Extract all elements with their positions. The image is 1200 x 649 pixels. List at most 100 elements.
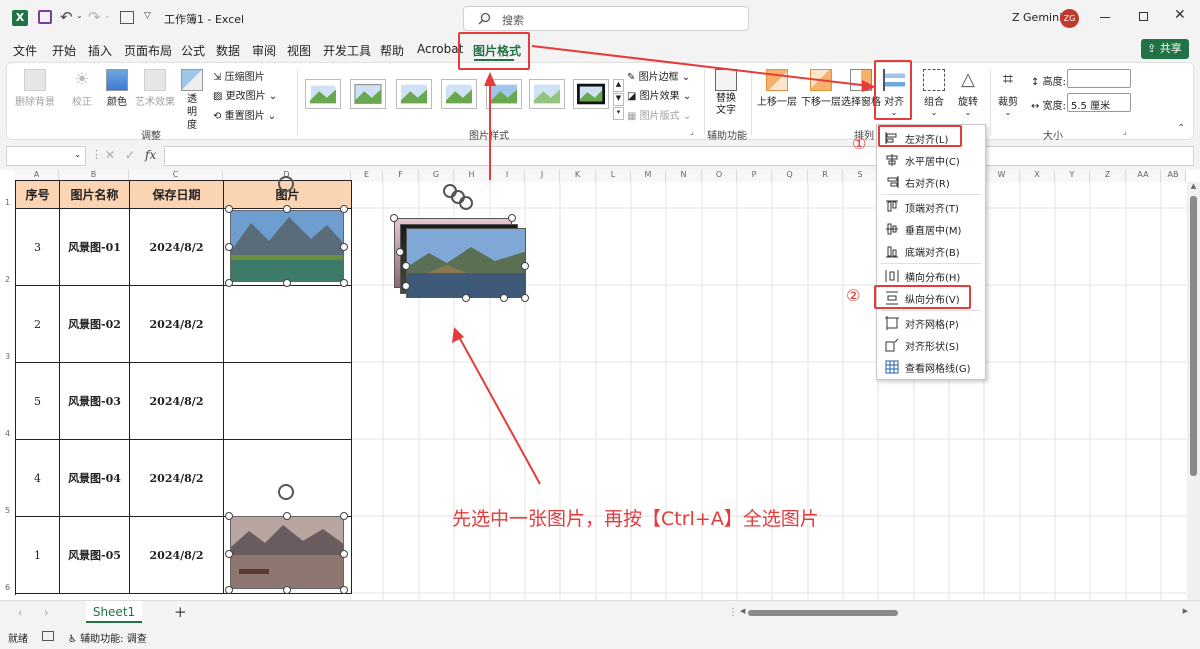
avatar[interactable]: ZG — [1060, 9, 1079, 28]
user-name[interactable]: Z Gemini — [1012, 11, 1062, 24]
table-cell[interactable]: 5 — [16, 363, 60, 440]
menu-item-snap-to-shape[interactable]: 对齐形状(S) — [877, 334, 985, 356]
redo-dropdown-icon[interactable]: ⌄ — [104, 11, 111, 20]
menu-developer[interactable]: 开发工具 — [323, 42, 371, 59]
menu-view[interactable]: 视图 — [287, 42, 311, 59]
column-header[interactable]: E — [351, 170, 383, 182]
picture-effects-button[interactable]: ◪ 图片效果 ⌄ — [627, 87, 691, 102]
row-header[interactable]: 4 — [0, 429, 15, 438]
picture-stack-front[interactable] — [406, 228, 526, 298]
table-header-cell[interactable]: 序号 — [16, 181, 60, 209]
column-header[interactable]: AB — [1161, 170, 1186, 182]
vertical-scrollbar[interactable]: ▲ — [1187, 182, 1200, 600]
resize-handle[interactable] — [390, 214, 398, 222]
table-cell[interactable]: 4 — [16, 440, 60, 517]
table-cell[interactable]: 2024/8/2 — [130, 363, 224, 440]
bring-forward-button[interactable]: 上移一层 — [755, 69, 799, 108]
table-cell[interactable]: 2024/8/2 — [130, 209, 224, 286]
column-header[interactable]: Z — [1090, 170, 1126, 182]
column-header[interactable]: L — [596, 170, 631, 182]
row-header[interactable]: 6 — [0, 583, 15, 592]
width-input[interactable]: 5.5 厘米 — [1067, 93, 1131, 112]
resize-handle[interactable] — [508, 214, 516, 222]
table-header-cell[interactable]: 保存日期 — [130, 181, 224, 209]
column-header[interactable]: N — [666, 170, 702, 182]
table-cell[interactable]: 1 — [16, 517, 60, 594]
menu-data[interactable]: 数据 — [216, 42, 240, 59]
menu-file[interactable]: 文件 — [13, 42, 37, 59]
column-header[interactable]: Y — [1055, 170, 1090, 182]
menu-acrobat[interactable]: Acrobat — [417, 42, 463, 56]
resize-handle[interactable] — [283, 586, 291, 594]
resize-handle[interactable] — [521, 262, 529, 270]
resize-handle[interactable] — [283, 279, 291, 287]
picture-landscape-01[interactable] — [230, 210, 344, 282]
transparency-button[interactable]: 透明度 — [177, 69, 207, 132]
resize-handle[interactable] — [225, 586, 233, 594]
redo-icon[interactable]: ↷ — [88, 8, 101, 26]
column-header[interactable]: R — [808, 170, 843, 182]
vertical-scroll-thumb[interactable] — [1190, 196, 1197, 476]
rotate-handle-icon[interactable] — [459, 196, 473, 210]
cancel-formula-icon[interactable]: ✕ — [105, 148, 115, 162]
scroll-up-arrow[interactable]: ▲ — [1187, 182, 1200, 190]
resize-handle[interactable] — [225, 512, 233, 520]
resize-handle[interactable] — [521, 294, 529, 302]
column-header[interactable]: W — [984, 170, 1020, 182]
table-cell[interactable]: 风景图-05 — [60, 517, 130, 594]
reset-picture-button[interactable]: ⟲ 重置图片 ⌄ — [213, 107, 276, 122]
column-header[interactable]: X — [1020, 170, 1055, 182]
menu-item-align-bottom[interactable]: 底端对齐(B) — [877, 240, 985, 262]
resize-handle[interactable] — [402, 262, 410, 270]
resize-handle[interactable] — [340, 279, 348, 287]
scroll-left-arrow[interactable]: ◀ — [740, 607, 745, 615]
sheet-next-icon[interactable]: › — [44, 606, 48, 619]
column-header[interactable]: J — [525, 170, 560, 182]
table-cell[interactable]: 2 — [16, 286, 60, 363]
column-header[interactable]: H — [454, 170, 490, 182]
alt-text-button[interactable]: 替换文字 — [709, 69, 743, 117]
gallery-expand[interactable]: ▾ — [613, 107, 624, 120]
table-cell[interactable]: 2024/8/2 — [130, 517, 224, 594]
picture-border-button[interactable]: ✎ 图片边框 ⌄ — [627, 68, 690, 83]
undo-dropdown-icon[interactable]: ⌄ — [76, 11, 83, 20]
add-sheet-icon[interactable]: + — [174, 603, 187, 621]
undo-icon[interactable]: ↶ — [60, 8, 73, 26]
compress-pictures-button[interactable]: ⇲ 压缩图片 — [213, 68, 265, 83]
column-header[interactable]: M — [631, 170, 666, 182]
row-header[interactable]: 1 — [0, 198, 15, 207]
ribbon-collapse-icon[interactable]: ⌃ — [1177, 123, 1185, 134]
style-thumb-3[interactable] — [396, 79, 432, 109]
artistic-effects-button[interactable]: 艺术效果 — [135, 69, 175, 108]
table-cell[interactable]: 风景图-03 — [60, 363, 130, 440]
resize-handle[interactable] — [225, 243, 233, 251]
resize-handle[interactable] — [462, 294, 470, 302]
column-header[interactable]: S — [843, 170, 878, 182]
search-box[interactable]: 搜索 — [463, 6, 749, 31]
style-thumb-4[interactable] — [441, 79, 477, 109]
resize-handle[interactable] — [225, 205, 233, 213]
minimize-icon[interactable] — [1100, 17, 1110, 18]
column-header[interactable]: K — [560, 170, 596, 182]
menu-home[interactable]: 开始 — [52, 42, 76, 59]
style-thumb-7[interactable] — [573, 79, 609, 109]
column-header[interactable]: AA — [1126, 170, 1161, 182]
column-header[interactable]: G — [419, 170, 454, 182]
formula-input[interactable] — [164, 146, 1194, 166]
accessibility-status[interactable]: ♿ 辅助功能: 调查 — [68, 630, 147, 645]
column-header[interactable]: Q — [772, 170, 808, 182]
resize-handle[interactable] — [340, 550, 348, 558]
name-box[interactable]: ⌄ — [6, 146, 86, 166]
row-header[interactable]: 5 — [0, 506, 15, 515]
size-launcher-icon[interactable]: ⌟ — [1123, 127, 1127, 136]
form-icon[interactable] — [120, 11, 134, 24]
resize-handle[interactable] — [225, 550, 233, 558]
change-picture-button[interactable]: ▨ 更改图片 ⌄ — [213, 87, 277, 102]
horizontal-scroll-thumb[interactable] — [748, 610, 898, 616]
send-backward-button[interactable]: 下移一层 — [799, 69, 843, 108]
table-header-cell[interactable]: 图片名称 — [60, 181, 130, 209]
group-button[interactable]: 组合 ⌄ — [919, 69, 949, 117]
color-button[interactable]: 颜色 — [102, 69, 132, 108]
table-cell[interactable]: 2024/8/2 — [130, 286, 224, 363]
remove-background-button[interactable]: 删除背景 — [15, 69, 55, 108]
